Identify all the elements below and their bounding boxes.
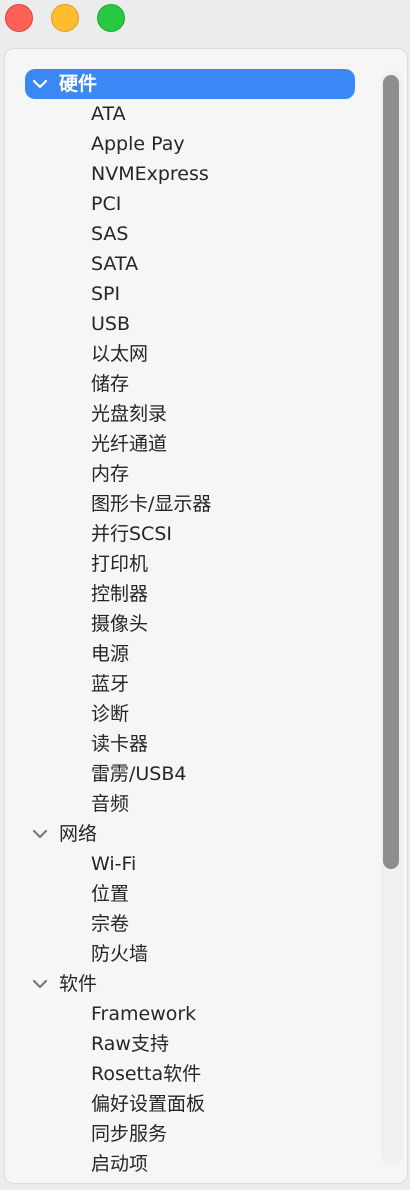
sidebar-item[interactable]: 防火墙	[5, 939, 375, 969]
close-window-button[interactable]	[5, 4, 33, 32]
zoom-window-button[interactable]	[97, 4, 125, 32]
sidebar-item-label: Rosetta软件	[91, 1063, 202, 1085]
sidebar-item-label: Framework	[91, 1003, 197, 1025]
scrollbar-thumb[interactable]	[383, 75, 399, 869]
sidebar-item-label: Raw支持	[91, 1033, 169, 1055]
sidebar-item-label: 音频	[91, 793, 130, 815]
sidebar: 硬件 ATA Apple Pay NVMExpress PCI SAS SATA SPI USB…	[4, 48, 408, 1184]
sidebar-item[interactable]: 内存	[5, 459, 375, 489]
sidebar-item[interactable]: 雷雳/USB4	[5, 759, 375, 789]
sidebar-item-label: 读卡器	[91, 733, 149, 755]
chevron-down-icon[interactable]	[31, 819, 51, 849]
sidebar-item-label: Wi-Fi	[91, 853, 137, 875]
chevron-down-icon[interactable]	[31, 969, 51, 999]
sidebar-category-1[interactable]: 网络	[5, 819, 375, 849]
sidebar-item-label: PCI	[91, 193, 122, 215]
sidebar-item-label: 电源	[91, 643, 130, 665]
sidebar-item-label: ATA	[91, 103, 126, 125]
sidebar-item[interactable]: 位置	[5, 879, 375, 909]
sidebar-item[interactable]: Raw支持	[5, 1029, 375, 1059]
sidebar-item-label: 摄像头	[91, 613, 149, 635]
sidebar-item[interactable]: USB	[5, 309, 375, 339]
sidebar-item-label: 内存	[91, 463, 130, 485]
sidebar-item[interactable]: Framework	[5, 999, 375, 1029]
sidebar-item[interactable]: Rosetta软件	[5, 1059, 375, 1089]
sidebar-item-label: USB	[91, 313, 131, 335]
sidebar-item[interactable]: SPI	[5, 279, 375, 309]
sidebar-item[interactable]: Wi-Fi	[5, 849, 375, 879]
sidebar-item-label: 储存	[91, 373, 130, 395]
sidebar-item-label: SATA	[91, 253, 139, 275]
sidebar-category-2[interactable]: 软件	[5, 969, 375, 999]
sidebar-item[interactable]: 光纤通道	[5, 429, 375, 459]
sidebar-item-label: SPI	[91, 283, 121, 305]
sidebar-item-label: 位置	[91, 883, 130, 905]
sidebar-category-0[interactable]: 硬件	[25, 69, 355, 99]
sidebar-item-label: 图形卡/显示器	[91, 493, 212, 515]
sidebar-item-label: 蓝牙	[91, 673, 130, 695]
sidebar-item[interactable]: 并行SCSI	[5, 519, 375, 549]
minimize-window-button[interactable]	[51, 4, 79, 32]
sidebar-item[interactable]: PCI	[5, 189, 375, 219]
sidebar-item[interactable]: 摄像头	[5, 609, 375, 639]
sidebar-item[interactable]: 图形卡/显示器	[5, 489, 375, 519]
sidebar-item-label: 控制器	[91, 583, 149, 605]
sidebar-item[interactable]: 偏好设置面板	[5, 1089, 375, 1119]
sidebar-category-label: 硬件	[59, 73, 98, 95]
sidebar-item-label: 打印机	[91, 553, 149, 575]
sidebar-item[interactable]: 光盘刻录	[5, 399, 375, 429]
sidebar-item-label: 启动项	[91, 1153, 149, 1175]
sidebar-item[interactable]: 蓝牙	[5, 669, 375, 699]
sidebar-item-label: 同步服务	[91, 1123, 168, 1145]
sidebar-item[interactable]: 读卡器	[5, 729, 375, 759]
sidebar-item-label: SAS	[91, 223, 129, 245]
sidebar-item-label: 宗卷	[91, 913, 130, 935]
sidebar-item[interactable]: 控制器	[5, 579, 375, 609]
sidebar-category-label: 网络	[59, 823, 98, 845]
sidebar-item[interactable]: 同步服务	[5, 1119, 375, 1149]
sidebar-item[interactable]: 宗卷	[5, 909, 375, 939]
sidebar-item[interactable]: 启动项	[5, 1149, 375, 1179]
sidebar-item-label: 雷雳/USB4	[91, 763, 187, 785]
sidebar-item[interactable]: NVMExpress	[5, 159, 375, 189]
sidebar-item[interactable]: SATA	[5, 249, 375, 279]
title-bar	[0, 0, 410, 40]
sidebar-item[interactable]: Apple Pay	[5, 129, 375, 159]
sidebar-category-label: 软件	[59, 973, 98, 995]
sidebar-item-label: 诊断	[91, 703, 130, 725]
sidebar-item[interactable]: 诊断	[5, 699, 375, 729]
category-tree: 硬件 ATA Apple Pay NVMExpress PCI SAS SATA SPI USB…	[5, 69, 375, 1179]
sidebar-item[interactable]: ATA	[5, 99, 375, 129]
system-information-window: 硬件 ATA Apple Pay NVMExpress PCI SAS SATA SPI USB…	[0, 0, 410, 1190]
sidebar-item-label: 光纤通道	[91, 433, 168, 455]
chevron-down-icon[interactable]	[31, 69, 51, 99]
sidebar-item[interactable]: 音频	[5, 789, 375, 819]
sidebar-item-label: 以太网	[91, 343, 149, 365]
sidebar-item[interactable]: 打印机	[5, 549, 375, 579]
sidebar-item-label: 防火墙	[91, 943, 149, 965]
sidebar-item-label: 偏好设置面板	[91, 1093, 206, 1115]
sidebar-item[interactable]: 以太网	[5, 339, 375, 369]
sidebar-item[interactable]: 储存	[5, 369, 375, 399]
sidebar-item-label: Apple Pay	[91, 133, 185, 155]
sidebar-item-label: 并行SCSI	[91, 523, 172, 545]
sidebar-item-label: NVMExpress	[91, 163, 209, 185]
sidebar-item-label: 光盘刻录	[91, 403, 168, 425]
sidebar-item[interactable]: SAS	[5, 219, 375, 249]
sidebar-item[interactable]: 电源	[5, 639, 375, 669]
